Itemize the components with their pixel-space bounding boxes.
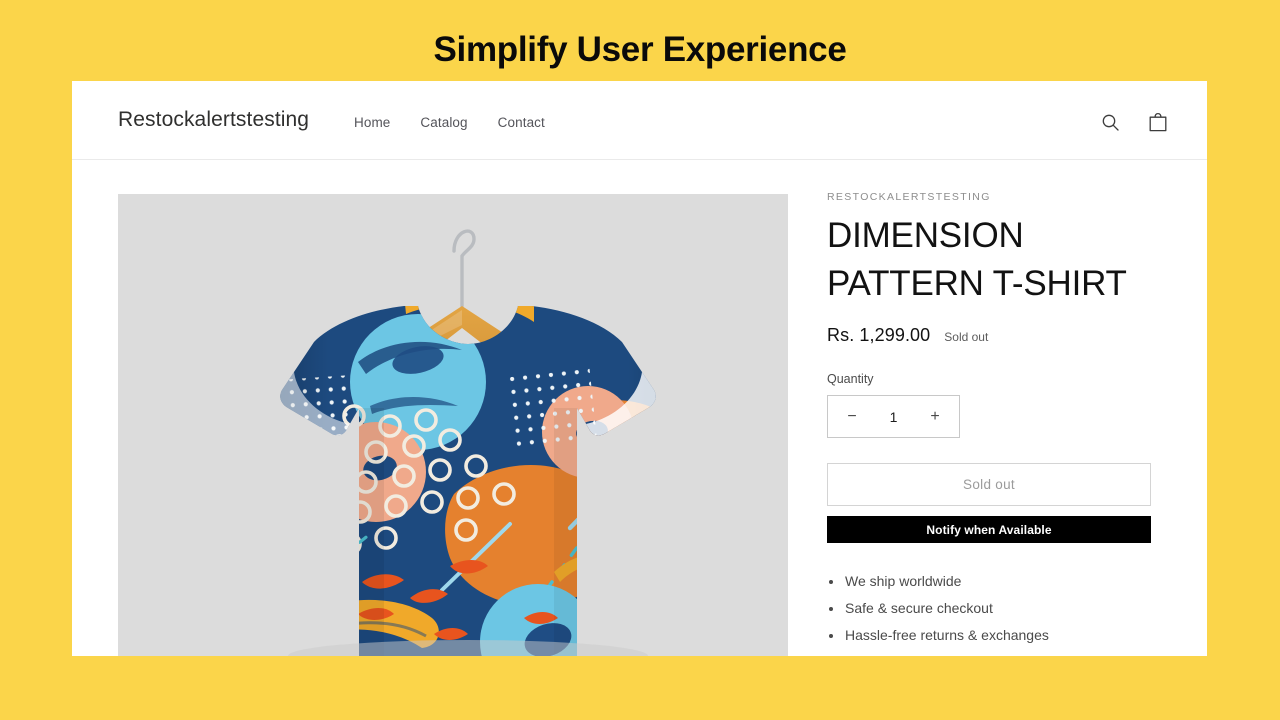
list-item: Hassle-free returns & exchanges: [827, 622, 1167, 649]
quantity-increase-button[interactable]: +: [927, 408, 943, 426]
quantity-decrease-button[interactable]: −: [844, 408, 860, 426]
product-title-line-2: PATTERN T-SHIRT: [827, 264, 1127, 303]
product-details: RESTOCKALERTSTESTING DIMENSION PATTERN T…: [827, 191, 1167, 649]
header-icon-group: [1097, 109, 1171, 135]
list-item: We ship worldwide: [827, 568, 1167, 595]
product-section: RESTOCKALERTSTESTING DIMENSION PATTERN T…: [72, 160, 1207, 656]
price-row: Rs. 1,299.00 Sold out: [827, 325, 1167, 346]
banner-title: Simplify User Experience: [433, 30, 847, 69]
notify-when-available-button[interactable]: Notify when Available: [827, 516, 1151, 543]
list-item: Safe & secure checkout: [827, 595, 1167, 622]
nav-link-home[interactable]: Home: [354, 115, 390, 130]
product-price: Rs. 1,299.00: [827, 325, 931, 345]
availability-badge: Sold out: [944, 330, 989, 344]
quantity-stepper[interactable]: − 1 +: [827, 395, 960, 438]
storefront-card: Restockalertstesting Home Catalog Contac…: [72, 81, 1207, 656]
add-to-cart-button[interactable]: Sold out: [827, 463, 1151, 506]
quantity-label: Quantity: [827, 372, 874, 386]
site-header: Restockalertstesting Home Catalog Contac…: [72, 81, 1207, 160]
nav-link-catalog[interactable]: Catalog: [420, 115, 467, 130]
nav-link-contact[interactable]: Contact: [498, 115, 545, 130]
t-shirt-illustration: [118, 194, 788, 656]
product-vendor[interactable]: RESTOCKALERTSTESTING: [827, 191, 1167, 203]
product-title-line-1: DIMENSION: [827, 216, 1024, 255]
search-icon[interactable]: [1097, 109, 1123, 135]
quantity-input[interactable]: 1: [890, 409, 898, 425]
product-image[interactable]: [118, 194, 788, 656]
product-title: DIMENSION PATTERN T-SHIRT: [827, 212, 1167, 308]
main-navigation: Home Catalog Contact: [354, 115, 545, 130]
benefits-list: We ship worldwide Safe & secure checkout…: [827, 568, 1167, 649]
store-name[interactable]: Restockalertstesting: [118, 108, 309, 132]
cart-icon[interactable]: [1145, 109, 1171, 135]
